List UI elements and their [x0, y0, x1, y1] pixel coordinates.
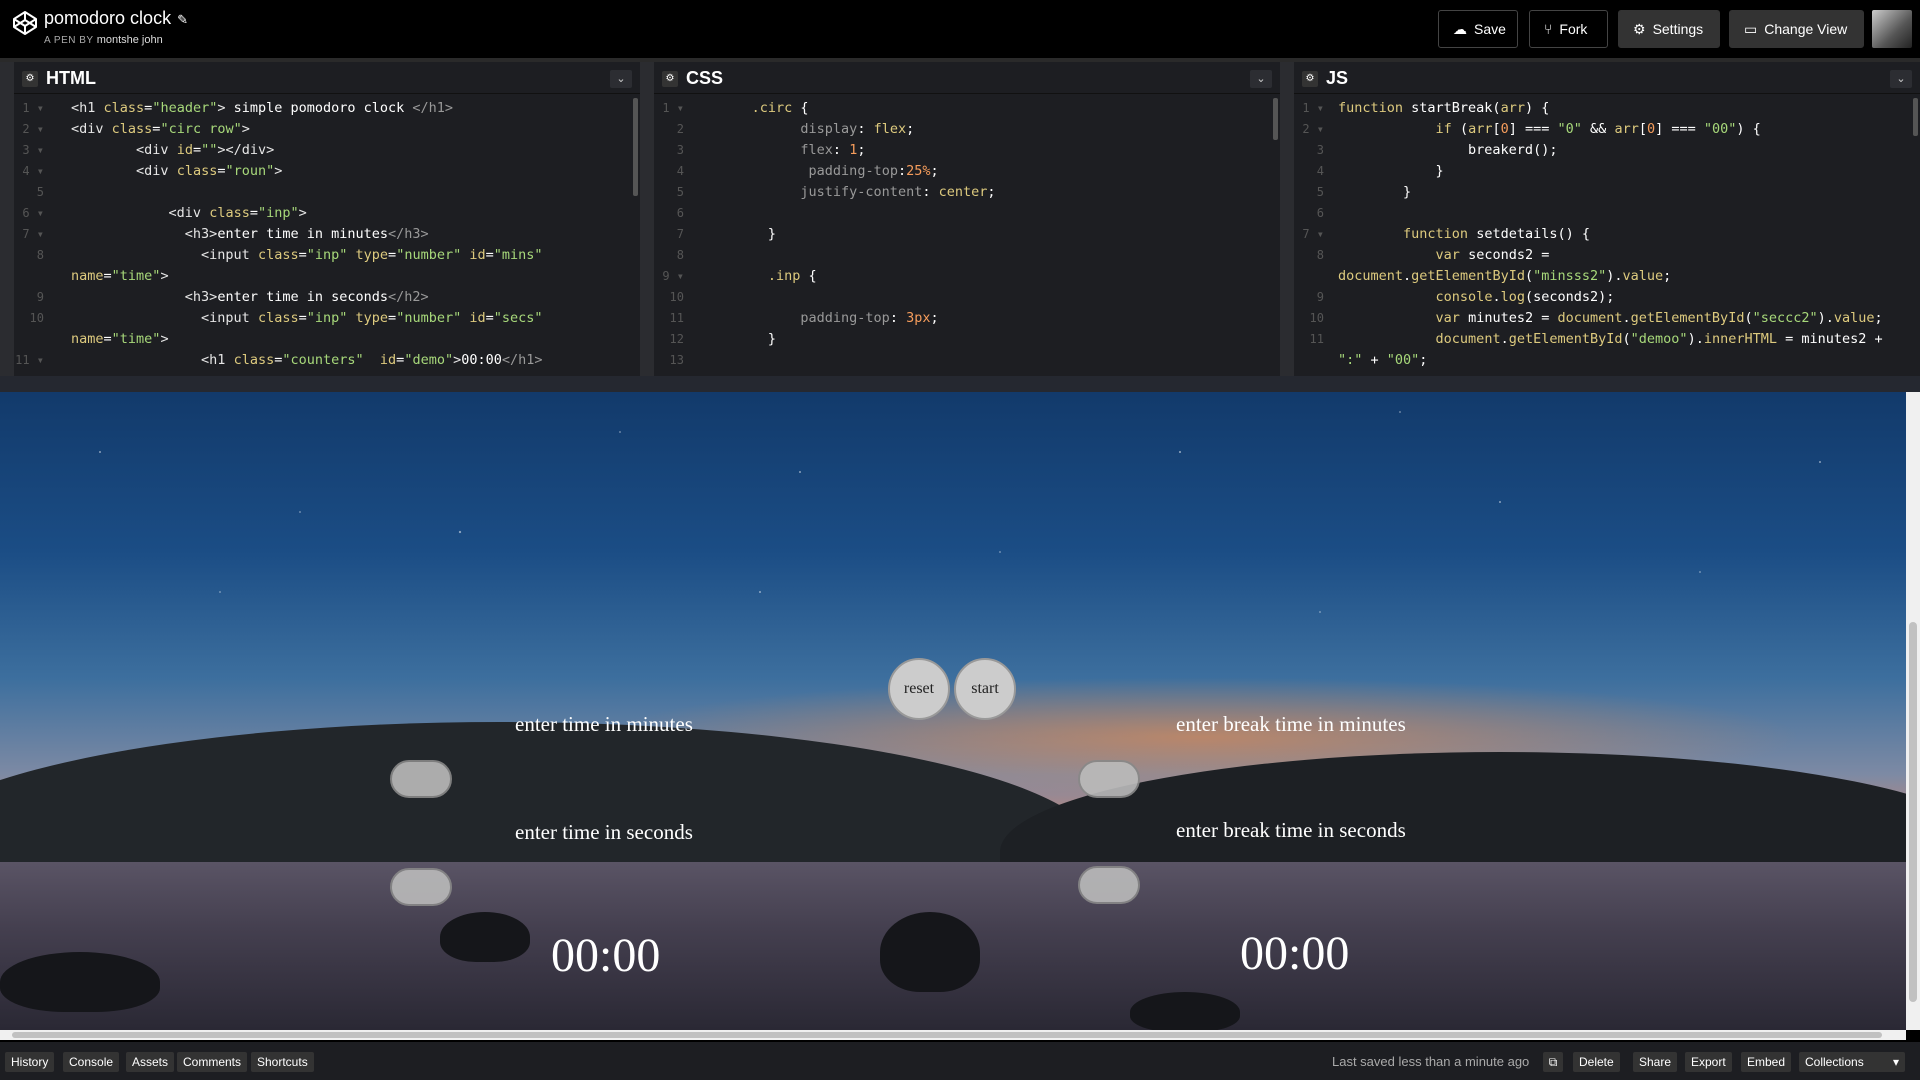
- scroll-thumb[interactable]: [1909, 622, 1917, 1002]
- preview-vertical-scrollbar[interactable]: [1906, 392, 1920, 1030]
- rock: [440, 912, 530, 962]
- preview-frame: reset start enter time in minutes enter …: [0, 392, 1906, 1030]
- footer-bar: History Console Assets Comments Shortcut…: [0, 1042, 1920, 1080]
- external-link-icon[interactable]: ⧉: [1543, 1052, 1563, 1072]
- chevron-down-icon[interactable]: ⌄: [1250, 70, 1272, 88]
- top-bar: pomodoro clock ✎ A PEN BY montshe john ☁ …: [0, 0, 1920, 58]
- preview-horizontal-scrollbar[interactable]: [0, 1030, 1906, 1040]
- fork-icon: ⑂: [1544, 21, 1553, 37]
- save-label: Save: [1474, 21, 1506, 37]
- css-pane-title: CSS: [686, 68, 724, 88]
- css-pane-scrollbar[interactable]: [1273, 98, 1278, 140]
- byline-prefix: A PEN BY: [44, 35, 94, 46]
- chevron-down-icon[interactable]: ⌄: [1890, 70, 1912, 88]
- pen-title-text: pomodoro clock: [44, 8, 172, 28]
- fork-button[interactable]: ⑂ Fork: [1529, 10, 1608, 48]
- css-pane: ⚙ CSS ⌄ 1 ▾ .circ { 2 display: flex; 3 f…: [654, 62, 1280, 376]
- reset-button[interactable]: reset: [888, 658, 950, 720]
- pencil-icon[interactable]: ✎: [177, 12, 188, 27]
- seconds-label: enter time in seconds: [515, 820, 693, 844]
- js-pane: ⚙ JS ⌄ 1 ▾ function startBreak(arr) { 2 ▾…: [1294, 62, 1920, 376]
- minutes-label: enter time in minutes: [515, 712, 693, 736]
- html-code-editor[interactable]: 1 ▾ <h1 class="header"> simple pomodoro c…: [14, 98, 640, 376]
- export-button[interactable]: Export: [1685, 1052, 1732, 1072]
- gear-icon[interactable]: ⚙: [1302, 71, 1318, 87]
- rock: [880, 912, 980, 992]
- html-pane: ⚙ HTML ⌄ 1 ▾ <h1 class="header"> simple p…: [14, 62, 640, 376]
- avatar[interactable]: [1872, 10, 1912, 48]
- resize-handle-left[interactable]: [0, 62, 14, 376]
- break-counter: 00:00: [1240, 927, 1350, 980]
- html-pane-scrollbar[interactable]: [633, 98, 638, 196]
- work-counter: 00:00: [551, 929, 661, 982]
- collections-label: Collections: [1805, 1055, 1864, 1069]
- break-seconds-input[interactable]: [1078, 866, 1140, 904]
- js-pane-header: ⚙ JS ⌄: [1294, 62, 1920, 94]
- shortcuts-button[interactable]: Shortcuts: [251, 1052, 314, 1072]
- break-seconds-label: enter break time in seconds: [1176, 818, 1406, 842]
- cloud-icon: ☁: [1453, 20, 1467, 37]
- scroll-thumb[interactable]: [12, 1032, 1882, 1038]
- saved-status: Last saved less than a minute ago: [1332, 1054, 1530, 1069]
- gear-icon[interactable]: ⚙: [662, 71, 678, 87]
- editors-area: ⚙ HTML ⌄ 1 ▾ <h1 class="header"> simple p…: [0, 58, 1920, 376]
- html-pane-title: HTML: [46, 68, 96, 88]
- break-minutes-label: enter break time in minutes: [1176, 712, 1406, 736]
- rock: [1130, 992, 1240, 1030]
- embed-button[interactable]: Embed: [1741, 1052, 1792, 1072]
- resize-handle-html-css[interactable]: [640, 62, 654, 376]
- minutes-input[interactable]: [390, 760, 452, 798]
- start-button[interactable]: start: [954, 658, 1016, 720]
- css-code-editor[interactable]: 1 ▾ .circ { 2 display: flex; 3 flex: 1; …: [654, 98, 1280, 376]
- seconds-input[interactable]: [390, 868, 452, 906]
- console-button[interactable]: Console: [63, 1052, 120, 1072]
- history-button[interactable]: History: [5, 1052, 55, 1072]
- css-pane-header: ⚙ CSS ⌄: [654, 62, 1280, 94]
- delete-button[interactable]: Delete: [1573, 1052, 1620, 1072]
- caret-down-icon: ▾: [1892, 1055, 1899, 1069]
- js-code-editor[interactable]: 1 ▾ function startBreak(arr) { 2 ▾ if (ar…: [1294, 98, 1920, 376]
- break-minutes-input[interactable]: [1078, 760, 1140, 798]
- preview-resize-bar[interactable]: [0, 376, 1920, 392]
- js-pane-title: JS: [1326, 68, 1349, 88]
- chevron-down-icon[interactable]: ⌄: [610, 70, 632, 88]
- assets-button[interactable]: Assets: [126, 1052, 175, 1072]
- codepen-logo-icon[interactable]: [12, 10, 38, 36]
- resize-handle-css-js[interactable]: [1280, 62, 1294, 376]
- gear-icon[interactable]: ⚙: [22, 71, 38, 87]
- settings-button[interactable]: ⚙ Settings: [1618, 10, 1720, 48]
- html-pane-header: ⚙ HTML ⌄: [14, 62, 640, 94]
- pen-title[interactable]: pomodoro clock ✎: [44, 8, 188, 29]
- rock: [0, 952, 160, 1012]
- comments-button[interactable]: Comments: [177, 1052, 248, 1072]
- js-pane-scrollbar[interactable]: [1913, 98, 1918, 136]
- share-button[interactable]: Share: [1633, 1052, 1678, 1072]
- settings-label: Settings: [1652, 21, 1704, 37]
- fork-label: Fork: [1559, 21, 1588, 37]
- author-link[interactable]: montshe john: [97, 34, 163, 46]
- change-view-label: Change View: [1764, 21, 1848, 37]
- change-view-button[interactable]: ▭ Change View: [1729, 10, 1864, 48]
- gear-icon: ⚙: [1633, 20, 1646, 37]
- collections-dropdown[interactable]: Collections ▾: [1799, 1052, 1905, 1072]
- byline: A PEN BY montshe john: [44, 34, 163, 46]
- save-button[interactable]: ☁ Save: [1438, 10, 1518, 48]
- layout-icon: ▭: [1744, 20, 1758, 37]
